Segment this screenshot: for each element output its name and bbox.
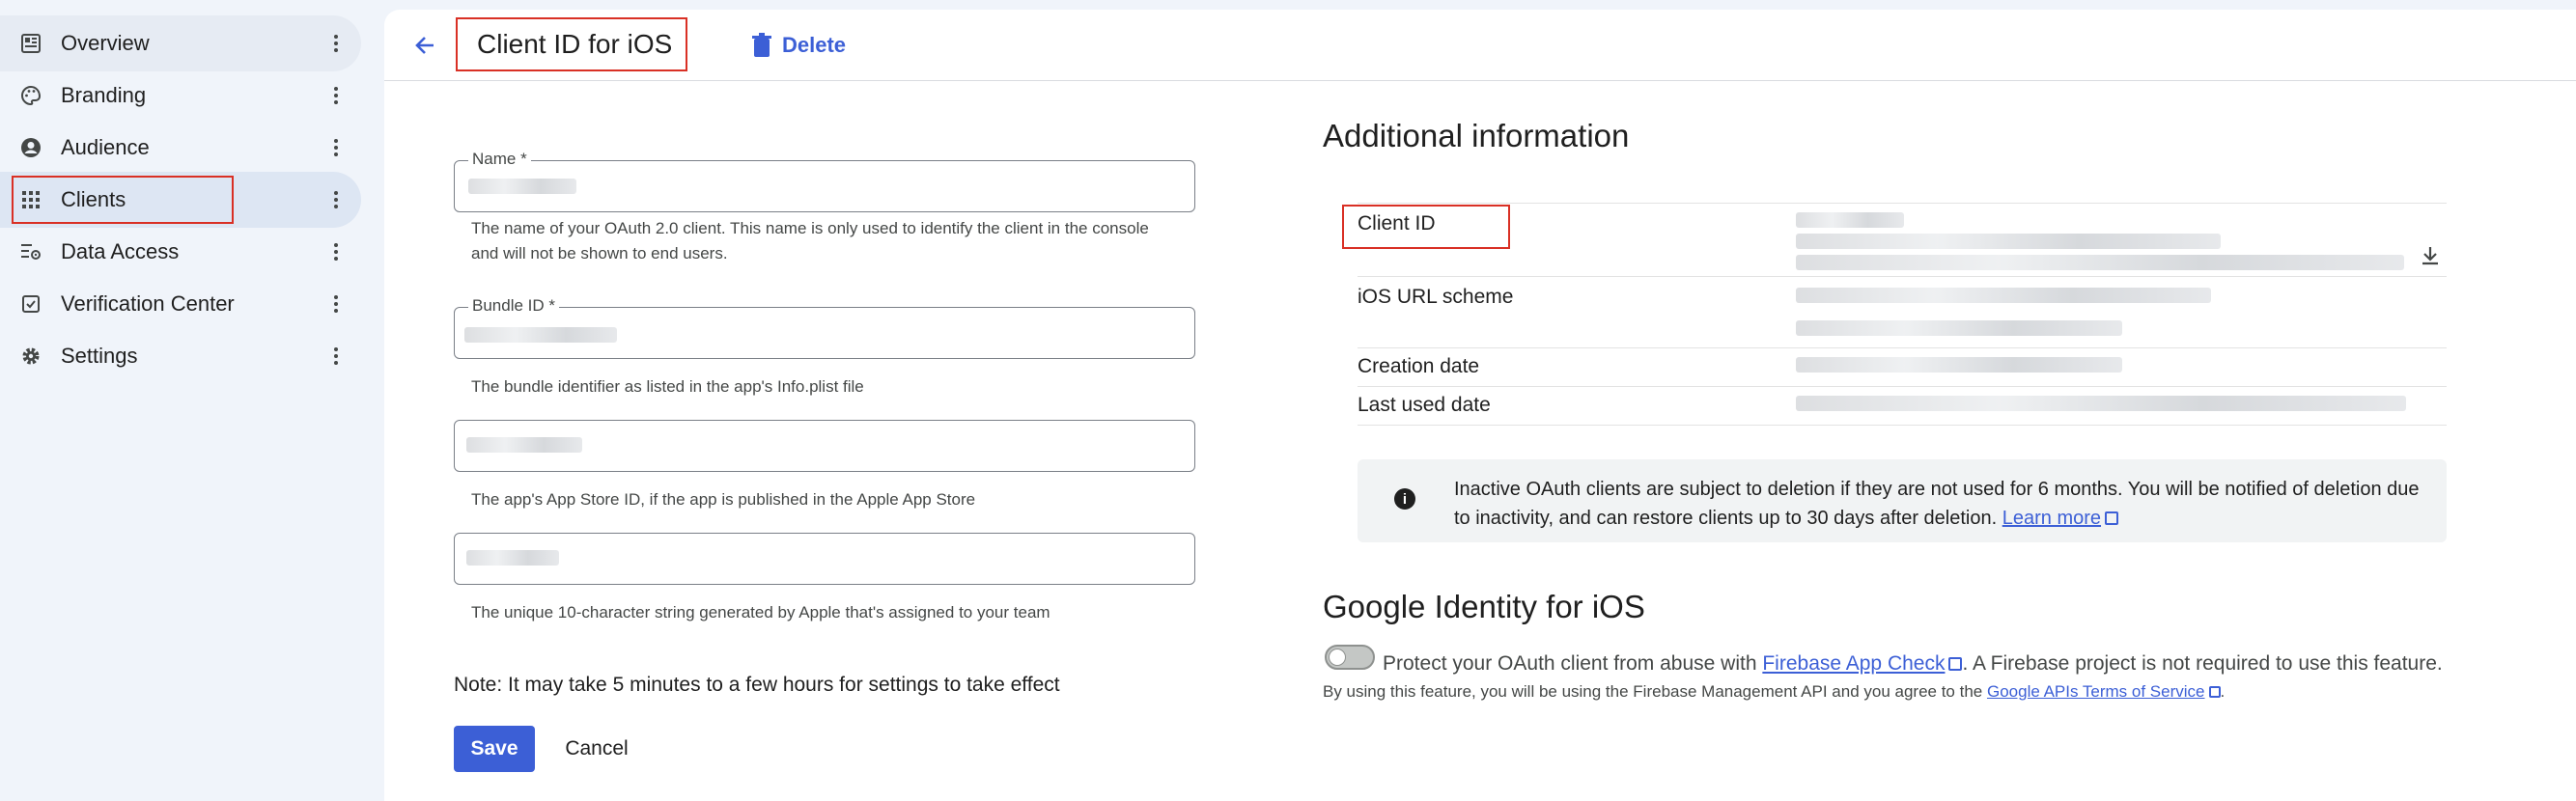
sidebar-item-label: Overview [61,31,150,55]
redacted-value [1796,234,2221,249]
bundle-id-helper-text: The bundle identifier as listed in the a… [471,377,864,396]
sidebar-item-label: Verification Center [61,291,235,316]
redacted-value [466,550,559,566]
protect-suffix: . A Firebase project is not required to … [1962,652,2443,675]
arrow-back-icon [415,37,434,54]
divider [1358,386,2447,387]
sidebar-item-label: Branding [61,83,147,107]
creation-date-label: Creation date [1358,355,1480,377]
clients-highlight-box [12,176,234,224]
open-in-new-icon [2105,511,2119,525]
delete-button[interactable]: Delete [751,28,846,63]
info-icon: i [1394,488,1415,510]
team-id-helper-text: The unique 10-character string generated… [471,603,1050,621]
back-button[interactable] [407,28,442,63]
app-check-toggle[interactable] [1325,645,1375,670]
google-apis-terms-link[interactable]: Google APIs Terms of Service [1987,682,2205,701]
redacted-value [1796,396,2406,411]
name-field[interactable]: Name * [454,150,1195,212]
divider [1358,347,2447,348]
palette-icon [19,84,42,107]
more-vert-icon[interactable] [328,29,344,58]
dashboard-icon [19,32,42,55]
sidebar-item-overview[interactable]: Overview [0,15,361,71]
firebase-app-check-link[interactable]: Firebase App Check [1762,652,1945,675]
bundle-id-field[interactable]: Bundle ID * [454,296,1195,359]
notice-text: Inactive OAuth clients are subject to de… [1454,475,2420,533]
protect-text: Protect your OAuth client from abuse wit… [1383,652,2443,676]
sidebar: Overview Branding Audience Clients Data … [0,0,384,801]
more-vert-icon[interactable] [328,237,344,266]
name-helper-text: The name of your OAuth 2.0 client. This … [471,219,1149,262]
gear-icon [19,345,42,368]
data-settings-icon [19,240,42,263]
inactive-clients-notice: i Inactive OAuth clients are subject to … [1358,459,2447,542]
sidebar-item-branding[interactable]: Branding [0,68,361,124]
top-bar: Client ID for iOS Delete [384,10,2576,81]
redacted-value [466,437,582,453]
more-vert-icon[interactable] [328,290,344,318]
team-id-field[interactable] [454,533,1195,585]
redacted-value [1796,255,2404,270]
open-in-new-icon [1948,657,1963,671]
more-vert-icon[interactable] [328,342,344,371]
account-circle-icon [19,136,42,159]
sidebar-item-verification-center[interactable]: Verification Center [0,276,361,332]
title-highlight-box [456,17,687,71]
divider [1358,276,2447,277]
sidebar-item-label: Data Access [61,239,180,263]
google-apis-terms-label: Google APIs Terms of Service [1986,682,2205,701]
learn-more-link[interactable]: Learn more [2002,508,2101,529]
last-used-date-label: Last used date [1358,394,1491,416]
sidebar-item-settings[interactable]: Settings [0,328,361,384]
open-in-new-icon [2208,686,2221,698]
terms-prefix: By using this feature, you will be using… [1323,682,1983,701]
ios-url-scheme-label: iOS URL scheme [1358,286,1514,308]
redacted-value [1796,288,2211,303]
client-id-highlight-box [1342,205,1510,249]
redacted-value [1796,320,2122,336]
sidebar-item-label: Settings [61,344,138,368]
name-field-label: Name * [468,150,531,169]
notice-body: Inactive OAuth clients are subject to de… [1454,479,2420,529]
divider [1358,425,2447,426]
delete-label: Delete [782,33,847,57]
redacted-value [464,327,617,343]
divider [1358,203,2447,204]
bundle-id-field-label: Bundle ID * [468,296,559,316]
firebase-app-check-label: Firebase App Check [1762,652,1946,675]
terms-suffix: . [2220,682,2226,701]
more-vert-icon[interactable] [328,185,344,214]
more-vert-icon[interactable] [328,133,344,162]
google-identity-heading: Google Identity for iOS [1323,589,1645,624]
sidebar-item-label: Audience [61,135,150,159]
cancel-button[interactable]: Cancel [550,726,643,772]
verified-check-icon [19,292,42,316]
settings-note: Note: It may take 5 minutes to a few hou… [454,674,1060,696]
app-store-id-field[interactable] [454,420,1195,472]
redacted-value [468,179,576,194]
sidebar-item-data-access[interactable]: Data Access [0,224,361,280]
learn-more-label: Learn more [2002,508,2102,529]
additional-info-heading: Additional information [1323,118,1630,153]
download-icon[interactable] [2418,243,2443,268]
trash-icon [752,33,771,57]
terms-text: By using this feature, you will be using… [1323,682,2225,702]
app-store-id-helper-text: The app's App Store ID, if the app is pu… [471,490,976,509]
redacted-value [1796,357,2122,373]
redacted-value [1796,212,1904,228]
save-button[interactable]: Save [454,726,535,772]
protect-prefix: Protect your OAuth client from abuse wit… [1383,652,1757,675]
more-vert-icon[interactable] [328,81,344,110]
main-content: Client ID for iOS Delete Name * The name… [384,10,2576,801]
sidebar-item-audience[interactable]: Audience [0,120,361,176]
